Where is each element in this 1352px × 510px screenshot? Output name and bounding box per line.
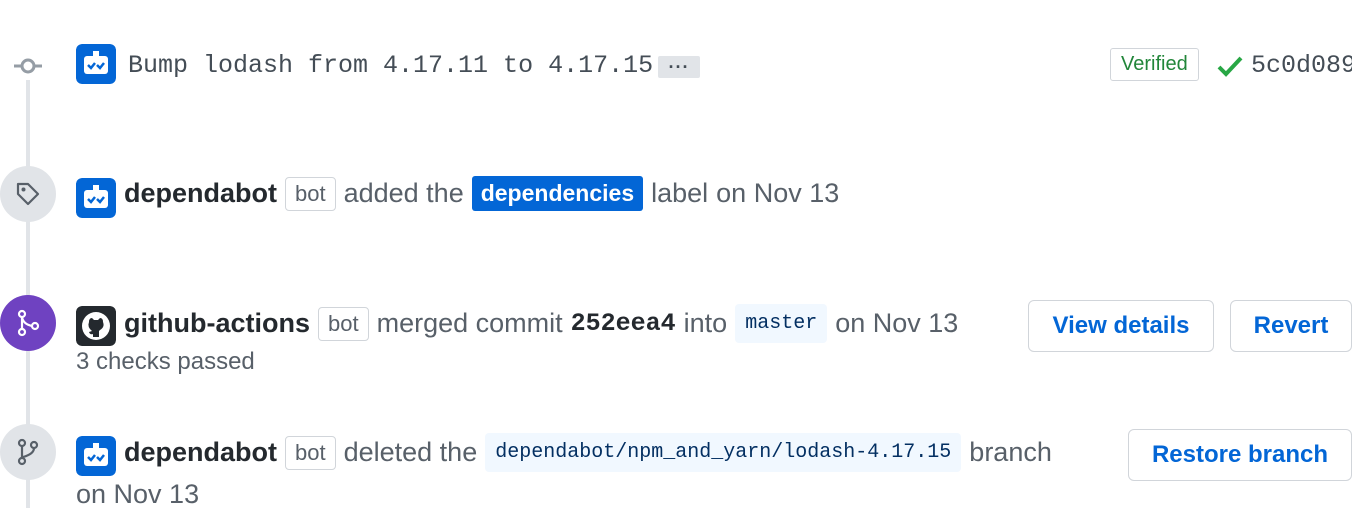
merge-event-text: github-actions bot merged commit 252eea4…	[124, 304, 958, 343]
branch-icon	[0, 424, 56, 480]
event-date[interactable]: on Nov 13	[76, 479, 199, 510]
target-branch[interactable]: master	[735, 304, 828, 343]
label-event-text: dependabot bot added the dependencies la…	[124, 176, 839, 211]
merge-icon	[0, 295, 56, 351]
bot-badge: bot	[285, 435, 336, 470]
view-details-button[interactable]: View details	[1028, 300, 1214, 352]
checks-status[interactable]: 3 checks passed	[76, 348, 255, 376]
dependabot-avatar[interactable]	[76, 44, 116, 84]
restore-branch-button[interactable]: Restore branch	[1128, 429, 1352, 481]
action-text: deleted the	[343, 437, 478, 467]
merge-commit-link[interactable]: 252eea4	[571, 309, 676, 338]
verified-badge[interactable]: Verified	[1110, 48, 1199, 81]
commit-message[interactable]: Bump lodash from 4.17.11 to 4.17.15	[128, 51, 653, 80]
commit-node-icon	[14, 52, 42, 80]
label-suffix: label	[651, 178, 709, 208]
action-text: merged commit	[376, 308, 563, 338]
event-date[interactable]: on Nov 13	[835, 308, 958, 339]
commit-sha-link[interactable]: 5c0d089	[1251, 51, 1352, 80]
dependabot-avatar[interactable]	[76, 436, 116, 476]
branch-suffix: branch	[969, 437, 1052, 467]
actor-link[interactable]: dependabot	[124, 178, 277, 209]
deleted-branch-name[interactable]: dependabot/npm_and_yarn/lodash-4.17.15	[485, 433, 962, 472]
tag-icon	[0, 166, 56, 222]
delete-event-text: dependabot bot deleted the dependabot/np…	[124, 433, 1052, 472]
dependabot-avatar[interactable]	[76, 178, 116, 218]
check-icon	[1216, 53, 1244, 84]
bot-badge: bot	[285, 176, 336, 211]
into-text: into	[683, 308, 728, 338]
bot-badge: bot	[317, 306, 369, 341]
action-text: added the	[343, 178, 464, 208]
dependencies-label[interactable]: dependencies	[471, 176, 644, 211]
github-actions-avatar[interactable]	[76, 306, 116, 346]
expand-commit-button[interactable]: ···	[658, 56, 700, 78]
actor-link[interactable]: dependabot	[124, 437, 277, 468]
revert-button[interactable]: Revert	[1230, 300, 1352, 352]
actor-link[interactable]: github-actions	[124, 308, 310, 339]
event-date[interactable]: on Nov 13	[716, 178, 839, 209]
